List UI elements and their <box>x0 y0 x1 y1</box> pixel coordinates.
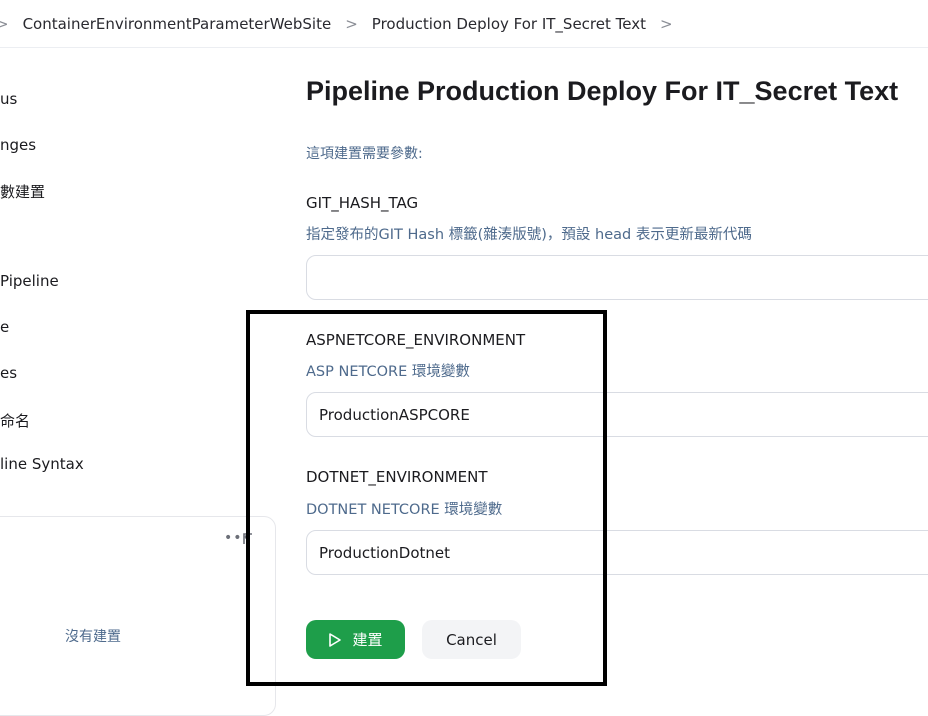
sidebar-item-pipeline[interactable]: Pipeline <box>0 272 59 290</box>
sidebar-item-pipeline-syntax[interactable]: line Syntax <box>0 455 84 473</box>
sidebar-item-stages[interactable]: es <box>0 364 17 382</box>
build-button-label: 建置 <box>352 631 383 649</box>
sidebar-item-build-with-parameters[interactable]: 數建置 <box>0 181 45 202</box>
sidebar-item-status[interactable]: us <box>0 90 17 108</box>
chevron-right-icon: > <box>345 14 358 33</box>
build-button[interactable]: 建置 <box>306 620 405 659</box>
sidebar-item-changes[interactable]: nges <box>0 136 36 154</box>
play-icon <box>329 632 342 647</box>
chevron-right-icon[interactable]: > <box>646 15 687 33</box>
parameters-intro: 這項建置需要參數: <box>306 146 423 162</box>
chevron-right-icon: > <box>0 14 9 33</box>
git-hash-tag-input[interactable] <box>306 255 928 300</box>
build-history-panel <box>0 516 276 716</box>
param-description-git-hash-tag: 指定發布的GIT Hash 標籤(雜湊版號)，預設 head 表示更新最新代碼 <box>306 227 752 243</box>
breadcrumb: > ContainerEnvironmentParameterWebSite >… <box>0 0 928 48</box>
breadcrumb-item-pipeline[interactable]: Production Deploy For IT_Secret Text <box>372 15 646 33</box>
param-name-aspnetcore-environment: ASPNETCORE_ENVIRONMENT <box>306 331 526 349</box>
dotnet-environment-input[interactable] <box>306 530 928 575</box>
cancel-button[interactable]: Cancel <box>422 620 521 659</box>
param-description-aspnetcore-environment: ASP NETCORE 環境變數 <box>306 364 470 380</box>
sidebar-item-configure[interactable]: e <box>0 318 9 336</box>
no-builds-text: 沒有建置 <box>65 629 121 645</box>
param-name-git-hash-tag: GIT_HASH_TAG <box>306 194 419 212</box>
expand-icon[interactable] <box>243 533 253 545</box>
param-description-dotnet-environment: DOTNET NETCORE 環境變數 <box>306 502 503 518</box>
page-title: Pipeline Production Deploy For IT_Secret… <box>306 76 899 106</box>
breadcrumb-item-project[interactable]: ContainerEnvironmentParameterWebSite <box>23 15 332 33</box>
aspnetcore-environment-input[interactable] <box>306 392 928 437</box>
sidebar-item-rename[interactable]: 命名 <box>0 410 30 431</box>
param-name-dotnet-environment: DOTNET_ENVIRONMENT <box>306 468 488 486</box>
